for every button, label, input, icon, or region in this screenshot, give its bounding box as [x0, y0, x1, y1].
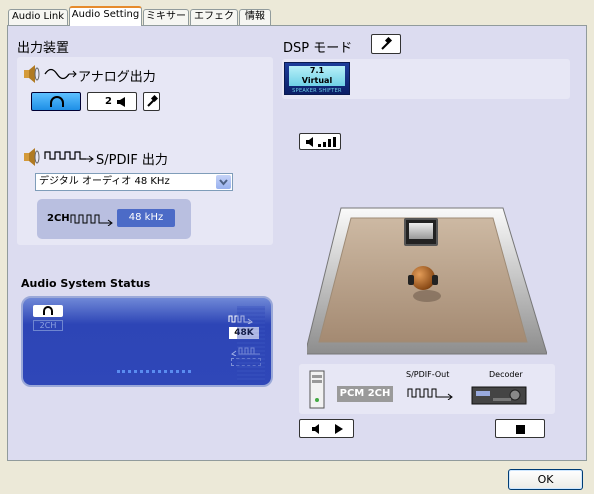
center-screen-icon — [404, 218, 438, 246]
tab-info[interactable]: 情報 — [239, 9, 271, 25]
dsp-mode-title: DSP モード — [283, 41, 353, 56]
spdif-channel: 2CH — [47, 213, 70, 224]
decoder-chain-panel: PCM 2CH S/PDIF-Out Decoder — [299, 364, 555, 414]
status-grid-deco — [237, 306, 265, 382]
tab-effect[interactable]: エフェクト — [190, 9, 238, 36]
speaker-count: 2 — [105, 96, 112, 107]
spdif-speaker-icon — [24, 148, 40, 166]
status-level-meter — [117, 370, 191, 373]
headphone-icon — [50, 96, 64, 107]
dsp-settings-button[interactable] — [371, 34, 401, 54]
listener-left-ear — [408, 275, 414, 285]
dsp-stage-area: PCM 2CH S/PDIF-Out Decoder — [282, 104, 570, 438]
virtual-71-top: 7.1 — [309, 66, 325, 75]
virtual-71-bottom: SPEAKER SHIFTER — [292, 88, 342, 94]
volume-bars-icon — [306, 137, 336, 147]
spdif-format-chip: 2CH 48 kHz — [37, 199, 191, 239]
decoder-receiver-icon — [471, 386, 527, 405]
spdif-format-select[interactable]: デジタル オーディオ 48 KHz — [35, 173, 233, 191]
pc-tower-icon — [309, 370, 325, 409]
hammer-icon — [147, 95, 158, 107]
status-channel: 2CH — [33, 320, 63, 331]
listener-right-ear — [432, 275, 438, 285]
spdif-out-label: S/PDIF-Out — [406, 370, 450, 379]
output-device-title: 出力装置 — [17, 41, 70, 56]
speaker-test-button[interactable] — [299, 419, 354, 438]
spdif-rate-badge: 48 kHz — [117, 209, 175, 227]
tab-audio-link[interactable]: Audio Link — [8, 9, 68, 25]
dsp-mode-panel: 7.1 Virtual SPEAKER SHIFTER — [282, 59, 570, 99]
tab-mixer[interactable]: ミキサー — [143, 9, 189, 25]
status-headphone-badge — [33, 305, 63, 317]
stop-button[interactable] — [495, 419, 545, 438]
speaker-play-icon — [312, 424, 343, 434]
analog-settings-button[interactable] — [143, 92, 160, 111]
chevron-down-icon[interactable] — [216, 175, 231, 189]
virtual-71-mid: Virtual — [301, 76, 333, 85]
tab-audio-setting[interactable]: Audio Setting — [69, 6, 142, 26]
headphone-button[interactable] — [31, 92, 81, 111]
stop-icon — [516, 425, 525, 434]
spdif-output-label: S/PDIF 出力 — [96, 153, 168, 168]
output-device-panel: アナログ出力 2 S/PDIF 出力 デジタル オーディオ 48 KHz 2CH… — [17, 57, 273, 245]
spdif-out-signal-icon — [407, 388, 453, 400]
speaker-2-button[interactable]: 2 — [87, 92, 137, 111]
spdif-format-value: デジタル オーディオ 48 KHz — [39, 176, 170, 187]
analog-wave-icon — [44, 68, 77, 80]
digital-wave-icon — [44, 151, 94, 163]
virtual-71-button[interactable]: 7.1 Virtual SPEAKER SHIFTER — [284, 62, 350, 95]
speaker-level-button[interactable] — [299, 133, 341, 150]
audio-status-title: Audio System Status — [21, 277, 151, 290]
ok-button[interactable]: OK — [508, 469, 583, 490]
speaker-icon — [24, 65, 40, 83]
digital-signal-icon — [70, 214, 113, 226]
pcm-badge: PCM 2CH — [337, 386, 393, 402]
audio-status-panel: 2CH 48K — [21, 296, 273, 387]
dsp-hammer-icon — [381, 37, 393, 50]
speaker-small-icon — [117, 97, 125, 107]
analog-output-label: アナログ出力 — [78, 70, 156, 85]
status-headphone-icon — [43, 306, 53, 315]
decoder-label: Decoder — [489, 370, 523, 379]
tab-content-frame: 出力装置 アナログ出力 2 S/PDIF 出力 デジタル オーディオ 48 KH… — [7, 25, 587, 461]
